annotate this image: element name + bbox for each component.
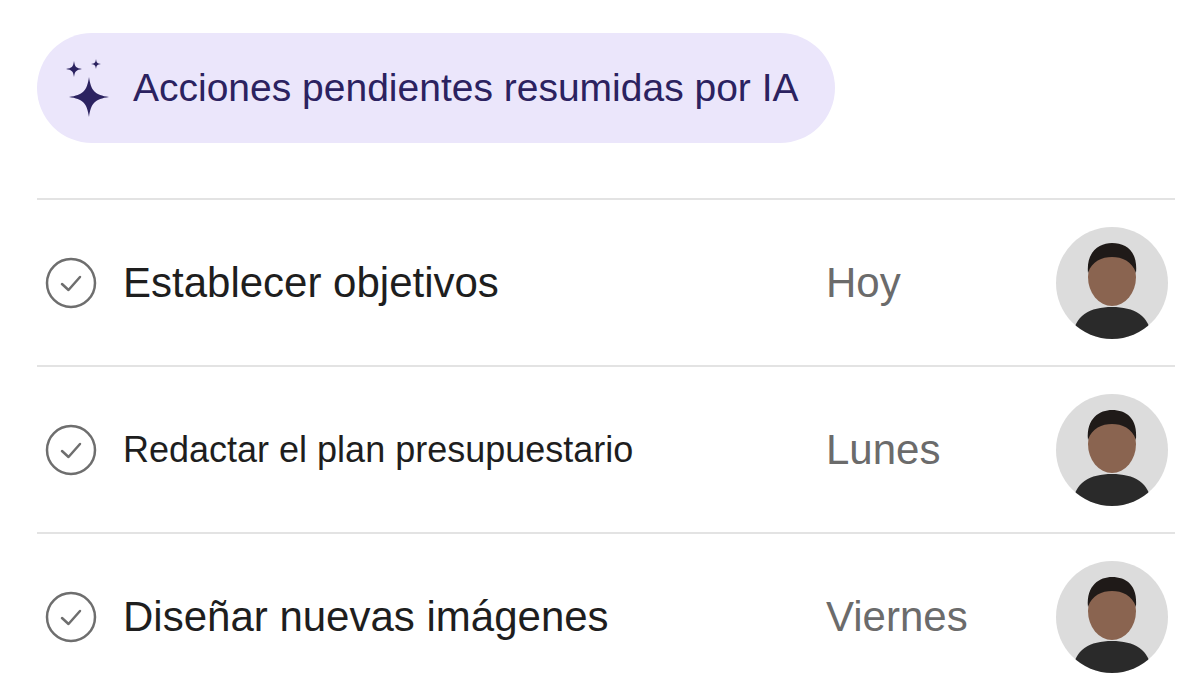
assignee-avatar xyxy=(1056,227,1168,339)
check-circle-icon xyxy=(45,591,97,643)
task-row[interactable]: Redactar el plan presupuestarioLunes xyxy=(37,365,1175,532)
assignee-avatar xyxy=(1056,394,1168,506)
sparkle-icon xyxy=(65,59,111,117)
person-photo-icon xyxy=(1056,561,1168,673)
assignee-avatar xyxy=(1056,561,1168,673)
task-row[interactable]: Establecer objetivosHoy xyxy=(37,198,1175,365)
person-photo-icon xyxy=(1056,227,1168,339)
check-circle-icon xyxy=(45,257,97,309)
task-text: Establecer objetivos xyxy=(123,251,826,314)
task-due-date: Hoy xyxy=(826,251,1056,314)
task-due-date: Viernes xyxy=(826,585,1056,648)
person-photo-icon xyxy=(1056,394,1168,506)
summary-title: Acciones pendientes resumidas por IA xyxy=(133,59,799,118)
task-row[interactable]: Diseñar nuevas imágenesViernes xyxy=(37,532,1175,698)
task-text: Redactar el plan presupuestario xyxy=(123,423,826,477)
task-due-date: Lunes xyxy=(826,418,1056,481)
check-circle-icon xyxy=(45,424,97,476)
task-list: Establecer objetivosHoyRedactar el plan … xyxy=(37,198,1175,698)
summary-header: Acciones pendientes resumidas por IA xyxy=(37,33,835,143)
task-text: Diseñar nuevas imágenes xyxy=(123,585,826,648)
